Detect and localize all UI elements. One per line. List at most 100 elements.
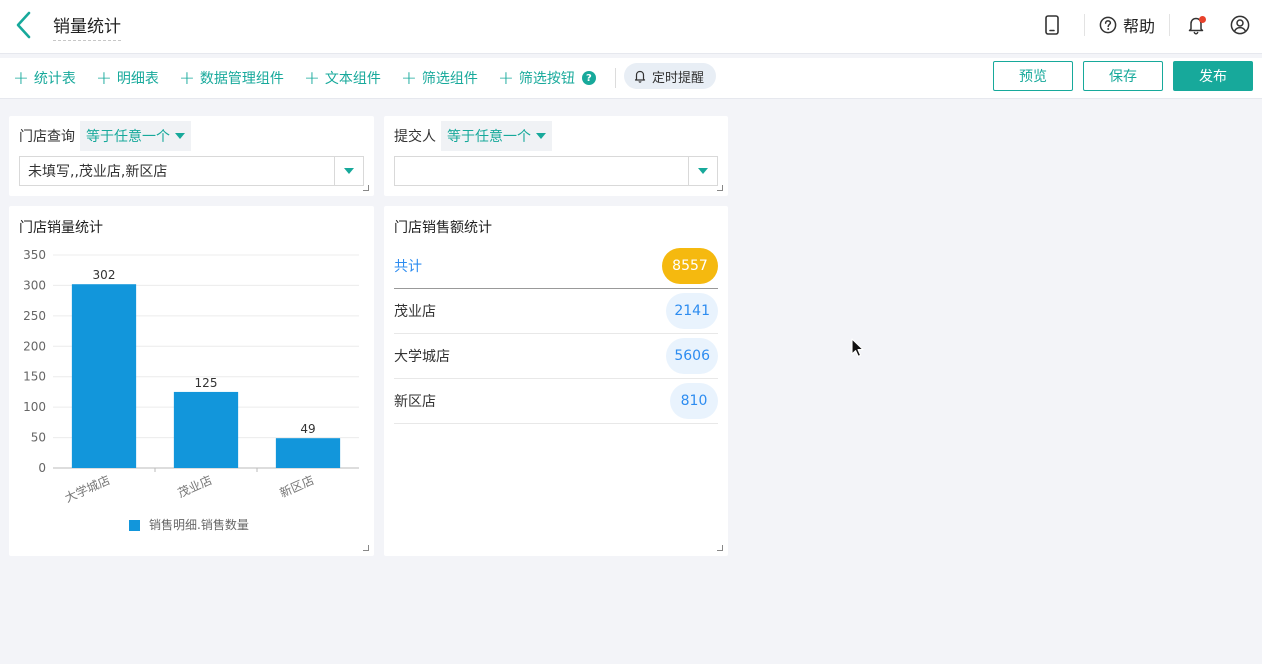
legend-swatch: [129, 520, 140, 531]
page-title[interactable]: 销量统计: [53, 12, 121, 41]
y-tick-label: 250: [23, 309, 46, 323]
summary-row-value: 2141: [666, 293, 718, 329]
notifications-button[interactable]: [1174, 0, 1218, 50]
header-separator: [1083, 14, 1085, 36]
toolbar-item-label: 明细表: [116, 71, 159, 87]
toolbar-item-label: 统计表: [33, 71, 76, 87]
caret-down-icon: [698, 168, 708, 174]
store-filter-card: 门店查询 等于任意一个 未填写,,茂业店,新区店: [9, 116, 374, 196]
caret-down-icon: [175, 133, 185, 139]
x-tick-label: 大学城店: [62, 472, 112, 505]
summary-row-name: 新区店: [394, 394, 436, 410]
help-button[interactable]: 帮助: [1089, 0, 1165, 50]
plus-icon: +: [179, 66, 195, 89]
dropdown-toggle[interactable]: [688, 157, 717, 185]
plus-icon: +: [304, 66, 320, 89]
filter-operator-dropdown[interactable]: 等于任意一个: [80, 121, 191, 151]
notification-dot: [1199, 16, 1206, 23]
plus-icon: +: [96, 66, 112, 89]
plus-icon: +: [13, 66, 29, 89]
add-stat-table-button[interactable]: + 统计表: [13, 67, 76, 89]
toolbar-item-label: 数据管理组件: [199, 71, 284, 87]
resize-handle[interactable]: [717, 545, 723, 551]
store-filter-select[interactable]: 未填写,,茂业店,新区店: [19, 156, 364, 186]
x-tick-label: 新区店: [277, 472, 316, 500]
bar: [275, 438, 341, 468]
bar: [173, 391, 239, 468]
filter-selected-value: 未填写,,茂业店,新区店: [28, 164, 168, 180]
sales-volume-chart-card: 门店销量统计 0 50 100 150 200 250 300 350 302 大学城店 125 茂业…: [9, 206, 374, 556]
filter-label: 门店查询: [19, 129, 75, 145]
user-circle-icon: [1230, 15, 1250, 35]
filter-label: 提交人: [394, 129, 436, 145]
header-separator: [1169, 14, 1170, 36]
add-detail-table-button[interactable]: + 明细表: [96, 67, 159, 89]
y-tick-label: 50: [31, 431, 46, 445]
user-account-button[interactable]: [1218, 0, 1262, 50]
reminder-label: 定时提醒: [652, 70, 705, 86]
mouse-cursor-icon: [851, 338, 864, 357]
plus-icon: +: [401, 66, 417, 89]
mobile-icon: [1045, 15, 1059, 35]
toolbar-divider: [615, 68, 616, 88]
resize-handle[interactable]: [717, 185, 723, 191]
y-tick-label: 300: [23, 278, 46, 292]
summary-row-value: 5606: [666, 338, 718, 374]
sales-amount-card: 门店销售额统计 共计 8557 茂业店 2141 大学城店 5606 新区店 8…: [384, 206, 728, 556]
card-title: 门店销售额统计: [394, 220, 492, 236]
add-data-management-button[interactable]: + 数据管理组件: [179, 67, 284, 89]
submitter-filter-select[interactable]: [394, 156, 718, 186]
legend-label: 销售明细.销售数量: [149, 517, 249, 532]
scheduled-reminder-button[interactable]: 定时提醒: [624, 63, 717, 89]
add-filter-component-button[interactable]: + 筛选组件: [401, 67, 478, 89]
filter-operator-label: 等于任意一个: [86, 129, 170, 145]
bell-icon: [634, 70, 646, 83]
question-circle-icon: [1099, 16, 1117, 34]
help-circle-icon[interactable]: ?: [581, 71, 596, 85]
y-tick-label: 100: [23, 400, 46, 414]
summary-row-name: 共计: [394, 259, 422, 275]
dropdown-toggle[interactable]: [334, 157, 363, 185]
toolbar-item-label: 筛选组件: [421, 71, 478, 87]
y-tick-label: 200: [23, 339, 46, 353]
y-tick-label: 150: [23, 370, 46, 384]
back-button[interactable]: [12, 10, 36, 40]
summary-list: 共计 8557 茂业店 2141 大学城店 5606 新区店 810: [394, 244, 718, 424]
plus-icon: +: [498, 66, 514, 89]
resize-handle[interactable]: [363, 185, 369, 191]
summary-row-name: 大学城店: [394, 349, 450, 365]
toolbar-item-label: 筛选按钮: [518, 71, 575, 87]
mobile-preview-button[interactable]: [1024, 0, 1080, 50]
save-button[interactable]: 保存: [1083, 61, 1163, 91]
preview-button[interactable]: 预览: [993, 61, 1073, 91]
y-tick-label: 350: [23, 248, 46, 262]
caret-down-icon: [344, 168, 354, 174]
bar-chart: 0 50 100 150 200 250 300 350 302 大学城店 125 茂业店 49 新区店销…: [23, 248, 359, 532]
data-label: 125: [195, 376, 218, 390]
caret-down-icon: [536, 133, 546, 139]
summary-row-value: 8557: [662, 248, 718, 284]
summary-row[interactable]: 新区店 810: [394, 379, 718, 424]
toolbar-item-label: 文本组件: [324, 71, 381, 87]
x-tick-label: 茂业店: [176, 473, 215, 500]
filter-operator-dropdown[interactable]: 等于任意一个: [441, 121, 552, 151]
data-label: 49: [300, 422, 315, 436]
bar: [71, 284, 137, 468]
summary-row-name: 茂业店: [394, 304, 436, 320]
header-actions: 帮助: [1024, 0, 1262, 50]
publish-button[interactable]: 发布: [1173, 61, 1253, 91]
filter-operator-label: 等于任意一个: [447, 129, 531, 145]
add-text-component-button[interactable]: + 文本组件: [304, 67, 381, 89]
y-tick-label: 0: [38, 461, 46, 475]
summary-row[interactable]: 茂业店 2141: [394, 289, 718, 334]
component-toolbar: + 统计表 + 明细表 + 数据管理组件 + 文本组件 + 筛选组件 + 筛选按钮? 定时提…: [0, 58, 1262, 99]
summary-row-total[interactable]: 共计 8557: [394, 244, 718, 289]
submitter-filter-card: 提交人 等于任意一个: [384, 116, 728, 196]
app-header: 销量统计 帮助: [0, 0, 1262, 54]
chevron-left-icon: [16, 11, 31, 39]
resize-handle[interactable]: [363, 545, 369, 551]
data-label: 302: [93, 268, 116, 282]
help-label: 帮助: [1122, 17, 1155, 36]
summary-row[interactable]: 大学城店 5606: [394, 334, 718, 379]
add-filter-button-button[interactable]: + 筛选按钮?: [498, 67, 596, 89]
